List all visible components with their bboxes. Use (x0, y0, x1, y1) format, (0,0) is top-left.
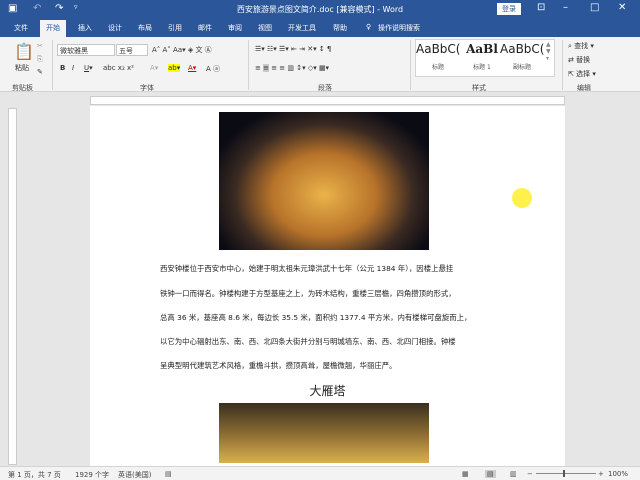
clipboard-group-label: 剪贴板 (12, 84, 33, 92)
font-group-label: 字体 (140, 84, 154, 92)
style-heading1[interactable]: AaBl 标题 1 (460, 42, 504, 71)
find-button[interactable]: ⌕ 查找 ▾ (568, 41, 594, 51)
font-size-select[interactable]: 五号 (116, 44, 148, 56)
paragraph-line: 呈典型明代建筑艺术风格，重檐斗拱，攒顶高耸，屋檐微翘，华丽庄严。 (160, 361, 397, 370)
print-layout-icon[interactable]: ▤ (485, 470, 496, 478)
tab-view[interactable]: 视图 (258, 23, 272, 33)
paste-button[interactable]: 粘贴 (15, 63, 29, 73)
grow-font-icon[interactable]: A˄ A˅ Aa▾ ◈ 文 Ⓐ (152, 45, 212, 55)
tab-references[interactable]: 引用 (168, 23, 182, 33)
tell-me-search[interactable]: 操作说明搜索 (378, 23, 420, 33)
styles-scroll[interactable]: ▲ ▼ ▾ (546, 41, 551, 62)
char-shading-icon[interactable]: A ⓐ (206, 64, 220, 74)
ribbon-tabs: 文件 开始 插入 设计 布局 引用 邮件 审阅 视图 开发工具 帮助 ♀ 操作说… (0, 18, 640, 37)
horizontal-ruler[interactable] (90, 96, 565, 105)
ribbon-display-icon[interactable]: ⊡ (537, 2, 545, 13)
style-subtitle[interactable]: AaBbC(副标题 (500, 42, 544, 71)
status-bar: 第 1 页，共 7 页 1929 个字 英语(美国) ▤ ▦ ▤ ▥ − + 1… (0, 466, 640, 480)
tab-developer[interactable]: 开发工具 (288, 23, 316, 33)
ribbon: 📋 粘贴 ✂ ⎘ ✎ 剪贴板 微软雅黑 五号 A˄ A˅ Aa▾ ◈ 文 Ⓐ B… (0, 37, 640, 92)
macro-icon[interactable]: ▤ (165, 470, 172, 478)
editing-group-label: 编辑 (577, 84, 591, 92)
style-title[interactable]: AaBbC(标题 (416, 42, 460, 71)
tab-review[interactable]: 审阅 (228, 23, 242, 33)
paragraph-line: 铁钟一口而得名。钟楼构建于方型基座之上，为砖木结构，重楼三层檐，四角攒顶的形式， (160, 289, 456, 298)
tab-help[interactable]: 帮助 (333, 23, 347, 33)
zoom-out-button[interactable]: − (527, 470, 533, 478)
zoom-slider[interactable] (536, 473, 596, 474)
web-layout-icon[interactable]: ▥ (510, 470, 517, 478)
styles-group-label: 样式 (472, 84, 486, 92)
title-bar: ▣ ↶ ↷ ▿ 西安旅游景点图文简介.doc [兼容模式] - Word 登录 … (0, 0, 640, 18)
italic-button[interactable]: I (72, 64, 74, 72)
strikethrough-button[interactable]: abc x₂ x² (103, 64, 134, 72)
word-count[interactable]: 1929 个字 (75, 470, 109, 480)
cut-icon[interactable]: ✂ (37, 42, 43, 50)
tab-home[interactable]: 开始 (40, 20, 66, 37)
highlight-icon[interactable]: ab▾ (168, 64, 181, 72)
lightbulb-icon: ♀ (366, 23, 372, 31)
select-button[interactable]: ⇱ 选择 ▾ (568, 69, 596, 79)
language[interactable]: 英语(美国) (118, 470, 151, 480)
vertical-ruler[interactable] (8, 108, 17, 465)
align-icons[interactable]: ≡ ≡ ≡ ≡ ▥ ↕▾ ◇▾ ▦▾ (255, 64, 329, 72)
zoom-level[interactable]: 100% (608, 470, 628, 478)
wild-goose-pagoda-image (219, 403, 429, 463)
login-button[interactable]: 登录 (497, 3, 521, 15)
copy-icon[interactable]: ⎘ (37, 55, 43, 64)
bold-button[interactable]: B (60, 64, 65, 72)
tab-file[interactable]: 文件 (14, 23, 28, 33)
tab-mailings[interactable]: 邮件 (198, 23, 212, 33)
zoom-slider-thumb[interactable] (563, 470, 565, 477)
tab-insert[interactable]: 插入 (78, 23, 92, 33)
page-count[interactable]: 第 1 页，共 7 页 (8, 470, 61, 480)
paragraph-group-label: 段落 (318, 84, 332, 92)
bullets-icon[interactable]: ☰▾ ☷▾ ☰▾ ⇤ ⇥ ✕▾ ↕ ¶ (255, 45, 331, 53)
text-effects-icon[interactable]: A▾ (150, 64, 158, 72)
bell-tower-image (219, 112, 429, 250)
font-name-select[interactable]: 微软雅黑 (57, 44, 115, 56)
tab-layout[interactable]: 布局 (138, 23, 152, 33)
tab-design[interactable]: 设计 (108, 23, 122, 33)
replace-button[interactable]: ⇄ 替换 (568, 55, 590, 65)
zoom-in-button[interactable]: + (598, 470, 604, 478)
format-painter-icon[interactable]: ✎ (37, 68, 43, 76)
document-page[interactable]: 西安钟楼位于西安市中心，始建于明太祖朱元璋洪武十七年（公元 1384 年），因楼… (90, 106, 565, 466)
underline-button[interactable]: U▾ (84, 64, 93, 72)
close-button[interactable]: ✕ (618, 2, 626, 13)
minimize-button[interactable]: – (563, 2, 568, 13)
read-mode-icon[interactable]: ▦ (462, 470, 469, 478)
paragraph-line: 西安钟楼位于西安市中心，始建于明太祖朱元璋洪武十七年（公元 1384 年），因楼… (160, 264, 454, 273)
paste-icon[interactable]: 📋 (14, 42, 34, 61)
paragraph-line: 总高 36 米，基座高 8.6 米，每边长 35.5 米，面积约 1377.4 … (160, 313, 472, 322)
paragraph-line: 以它为中心辐射出东、南、西、北四条大街并分别与明城墙东、南、西、北四门相接。钟楼 (160, 337, 456, 346)
mouse-cursor-highlight (512, 188, 532, 208)
section-heading: 大雁塔 (309, 384, 346, 398)
font-color-icon[interactable]: A▾ (188, 64, 196, 72)
maximize-button[interactable]: □ (590, 2, 599, 13)
